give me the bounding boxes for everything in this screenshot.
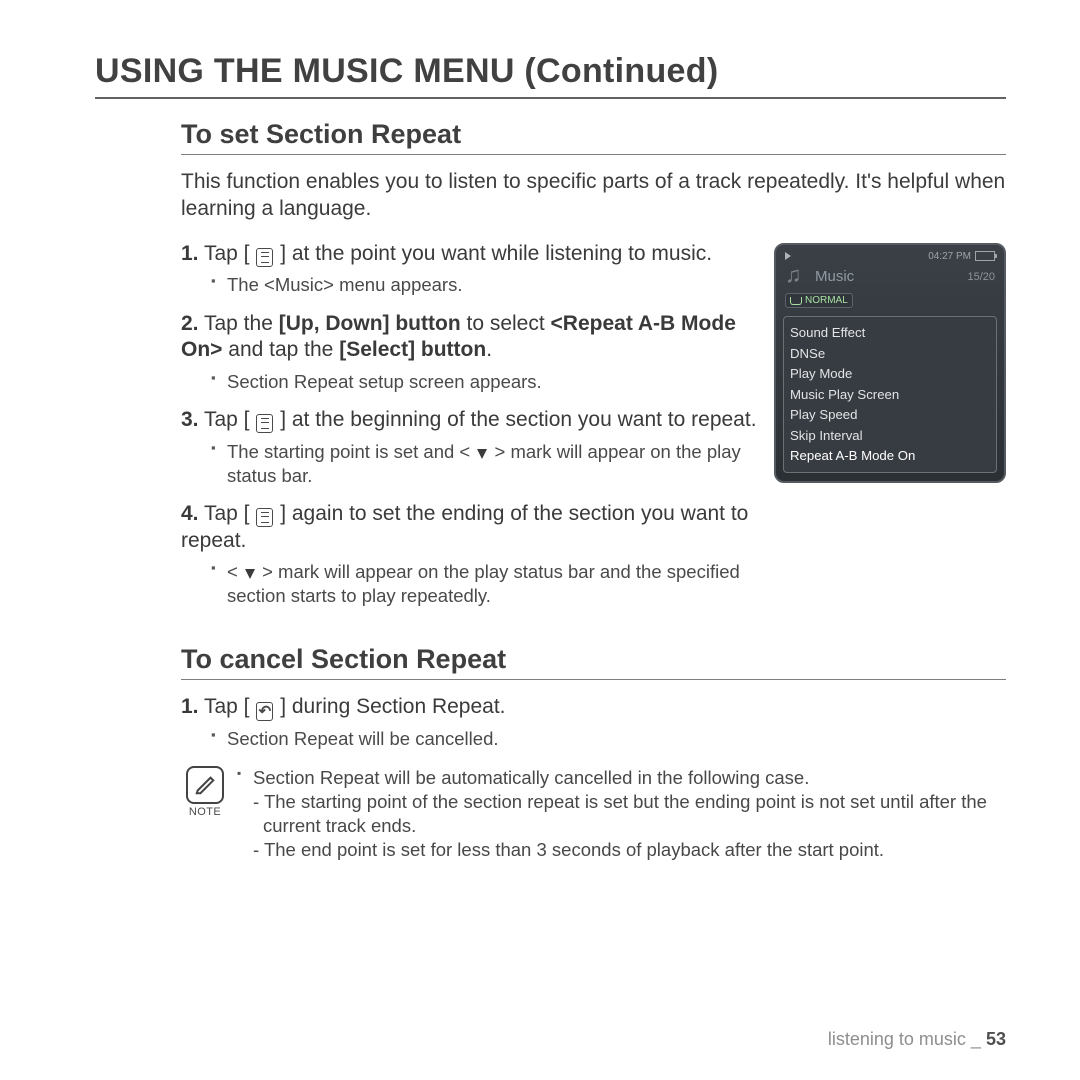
note-dash-2: - The end point is set for less than 3 s…: [247, 838, 1006, 862]
device-screenshot: 04:27 PM Music 15/20 NORMAL Sound Effect…: [774, 243, 1006, 484]
step-4: 4. Tap [ ] again to set the ending of th…: [181, 501, 758, 607]
device-mode-badge: NORMAL: [785, 293, 853, 308]
title-rule: [95, 97, 1006, 99]
step-2: 2. Tap the [Up, Down] button to select <…: [181, 311, 758, 394]
play-icon: [785, 252, 791, 260]
marker-icon: [477, 449, 487, 459]
section-set-steps: 1. Tap [ ] at the point you want while l…: [181, 241, 774, 622]
device-menu-item: Music Play Screen: [790, 385, 990, 405]
section-set-rule: [181, 154, 1006, 155]
device-menu-item: Skip Interval: [790, 426, 990, 446]
marker-icon: [245, 569, 255, 579]
note-block: NOTE Section Repeat will be automaticall…: [181, 766, 1006, 862]
menu-icon: [256, 508, 273, 527]
menu-icon: [256, 248, 273, 267]
menu-icon: [256, 414, 273, 433]
device-music-label: Music: [815, 268, 854, 285]
section-set-intro: This function enables you to listen to s…: [181, 169, 1006, 223]
device-time: 04:27 PM: [928, 251, 971, 262]
section-cancel-heading: To cancel Section Repeat: [181, 644, 1006, 675]
device-menu-item: DNSe: [790, 344, 990, 364]
step-1: 1. Tap [ ] at the point you want while l…: [181, 241, 758, 297]
device-menu-item: Play Mode: [790, 364, 990, 384]
section-cancel-rule: [181, 679, 1006, 680]
device-menu-item: Play Speed: [790, 405, 990, 425]
note-icon: [186, 766, 224, 804]
step-3: 3. Tap [ ] at the beginning of the secti…: [181, 407, 758, 487]
page-title: USING THE MUSIC MENU (Continued): [95, 52, 1006, 91]
device-menu: Sound Effect DNSe Play Mode Music Play S…: [783, 316, 997, 473]
section-set-heading: To set Section Repeat: [181, 119, 1006, 150]
step-4-sub: < > mark will appear on the play status …: [211, 560, 758, 607]
page-footer: listening to music _ 53: [828, 1029, 1006, 1050]
step-2-sub: Section Repeat setup screen appears.: [211, 370, 758, 394]
note-dash-1: - The starting point of the section repe…: [247, 790, 1006, 838]
device-track-count: 15/20: [967, 271, 995, 283]
section-cancel-steps: 1. Tap [ ↶ ] during Section Repeat. Sect…: [181, 694, 1006, 751]
cancel-step-1-sub: Section Repeat will be cancelled.: [211, 727, 990, 751]
back-icon: ↶: [256, 702, 273, 721]
device-menu-item: Sound Effect: [790, 323, 990, 343]
step-1-sub: The <Music> menu appears.: [211, 273, 758, 297]
battery-icon: [975, 251, 995, 261]
repeat-icon: [790, 297, 802, 305]
music-note-icon: [785, 265, 809, 289]
note-label: NOTE: [181, 806, 229, 818]
device-menu-item-selected: Repeat A-B Mode On: [790, 446, 990, 466]
cancel-step-1: 1. Tap [ ↶ ] during Section Repeat. Sect…: [181, 694, 990, 751]
step-3-sub: The starting point is set and < > mark w…: [211, 440, 758, 487]
note-line-1: Section Repeat will be automatically can…: [237, 766, 1006, 790]
